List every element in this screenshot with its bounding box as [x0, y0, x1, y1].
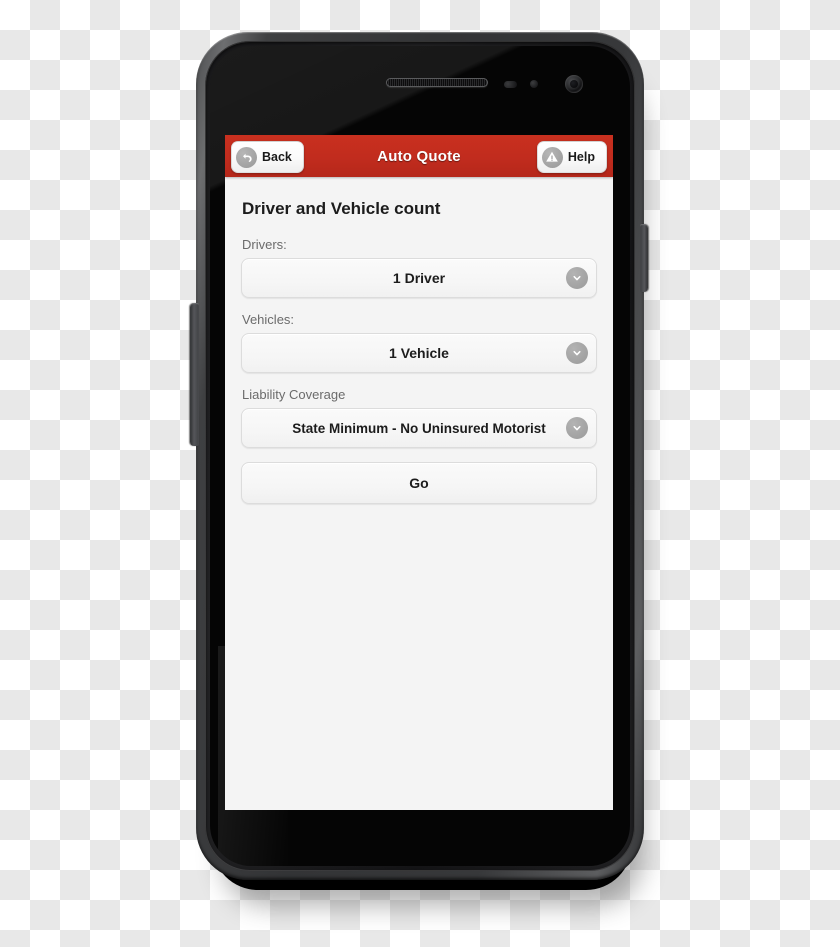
drivers-field-label: Drivers:: [242, 237, 287, 252]
chevron-down-icon[interactable]: [566, 417, 588, 439]
liability-coverage-field-label: Liability Coverage: [242, 387, 346, 402]
vehicles-select[interactable]: 1 Vehicle: [241, 333, 597, 373]
vehicles-select-value: 1 Vehicle: [389, 345, 449, 361]
warning-triangle-icon: [541, 146, 563, 168]
power-button[interactable]: [640, 224, 648, 292]
earpiece-speaker: [386, 78, 488, 87]
app-header: Back Auto Quote Help: [225, 135, 613, 177]
drivers-select-value: 1 Driver: [392, 270, 446, 286]
light-sensor-icon: [530, 80, 538, 88]
chevron-down-icon[interactable]: [566, 342, 588, 364]
drivers-select[interactable]: 1 Driver: [241, 258, 597, 298]
vehicles-field-label: Vehicles:: [242, 312, 295, 327]
proximity-sensor-icon: [504, 81, 517, 88]
go-button-label: Go: [409, 475, 429, 491]
liability-coverage-select-value: State Minimum - No Uninsured Motorist: [292, 420, 546, 436]
volume-rocker-button[interactable]: [190, 303, 199, 446]
back-button[interactable]: Back: [231, 141, 304, 173]
go-button[interactable]: Go: [241, 462, 597, 504]
back-arrow-icon: [236, 146, 257, 168]
help-button-label: Help: [567, 150, 595, 164]
back-button-label: Back: [262, 150, 292, 164]
liability-coverage-select[interactable]: State Minimum - No Uninsured Motorist: [241, 408, 597, 448]
page-title: Driver and Vehicle count: [242, 199, 441, 218]
app-title: Auto Quote: [377, 147, 461, 165]
page-content: Driver and Vehicle count Drivers: 1 Driv…: [225, 177, 613, 504]
front-camera-icon: [565, 75, 583, 93]
chevron-down-icon[interactable]: [566, 267, 588, 289]
help-button[interactable]: Help: [536, 141, 607, 173]
app-screen: Back Auto Quote Help Driver and Vehicle …: [225, 135, 613, 810]
